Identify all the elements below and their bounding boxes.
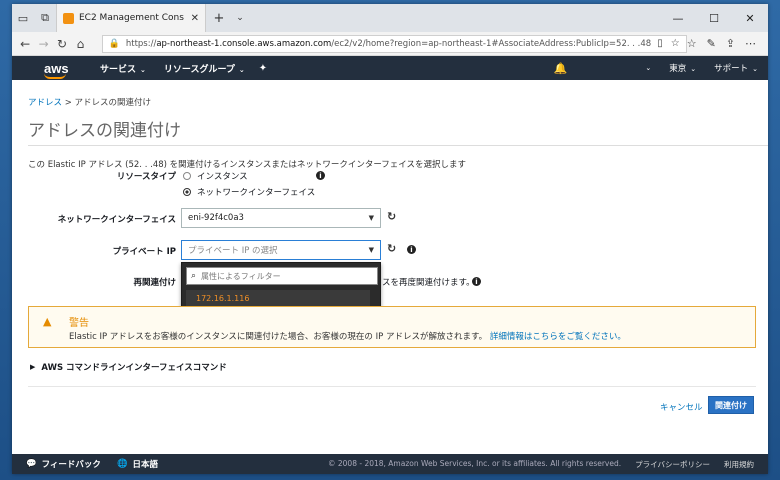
breadcrumb-current: アドレスの関連付け [74, 98, 152, 108]
pen-icon[interactable]: ✎ [707, 37, 716, 50]
aws-navbar: aws サービス ⌄ リソースグループ ⌄ ✦ 🔔 ⌄ 東京 ⌄ サポート ⌄ [12, 56, 768, 80]
page-title: アドレスの関連付け [28, 116, 768, 146]
pin-icon[interactable]: ✦ [259, 63, 267, 74]
browser-tab[interactable]: EC2 Management Cons ✕ [56, 4, 206, 32]
associate-button[interactable]: 関連付け [708, 396, 754, 414]
close-window-icon[interactable]: ✕ [732, 12, 768, 25]
address-bar-row: ← → ↻ ⌂ 🔒 https://ap-northeast-1.console… [12, 32, 768, 56]
maximize-icon[interactable]: ☐ [696, 12, 732, 25]
url-field[interactable]: 🔒 https://ap-northeast-1.console.aws.ama… [101, 34, 687, 53]
radio-instance[interactable] [183, 172, 191, 180]
feedback-link[interactable]: 💬 フィードバック [26, 458, 101, 470]
lock-icon: 🔒 [108, 38, 120, 49]
radio-network-interface[interactable] [183, 188, 191, 196]
radio-instance-label: インスタンス [197, 172, 248, 182]
network-interface-value: eni-92f4c0a3 [188, 213, 244, 223]
cancel-button[interactable]: キャンセル [660, 401, 703, 413]
forward-arrow-icon[interactable]: → [34, 37, 52, 51]
radio-network-interface-label: ネットワークインターフェイス [197, 188, 316, 198]
resource-type-label: リソースタイプ [116, 172, 176, 182]
warning-alert: ▲ 警告 Elastic IP アドレスをお客様のインスタンスに関連付けた場合、… [28, 306, 756, 348]
aws-logo[interactable]: aws [22, 61, 82, 79]
page-description: この Elastic IP アドレス (52. . .48) を関連付けるインス… [28, 160, 467, 170]
back-arrow-icon[interactable]: ← [16, 37, 34, 51]
tab-title: EC2 Management Cons [79, 13, 184, 23]
language-selector[interactable]: 🌐 日本語 [117, 458, 158, 470]
dropdown-filter-input[interactable]: ⌕ 属性によるフィルター [186, 267, 378, 285]
favorite-star-icon[interactable]: ☆ [671, 38, 680, 49]
copyright-text: © 2008 - 2018, Amazon Web Services, Inc.… [328, 458, 622, 468]
breadcrumb-link-addresses[interactable]: アドレス [28, 98, 62, 108]
private-ip-placeholder: プライベート IP の選択 [188, 246, 278, 256]
info-icon[interactable]: i [407, 245, 416, 254]
speech-bubble-icon: 💬 [26, 459, 37, 469]
network-interface-select[interactable]: eni-92f4c0a3 ▼ [181, 208, 381, 228]
reading-view-icon[interactable]: ▯ [657, 38, 663, 49]
network-interface-label: ネットワークインターフェイス [57, 215, 176, 225]
browser-window: ▭ ⧉ EC2 Management Cons ✕ + ⌄ — ☐ ✕ ← → … [12, 4, 768, 474]
tab-preview-icon[interactable]: ⧉ [34, 4, 56, 32]
url-text: https://ap-northeast-1.console.aws.amazo… [125, 38, 652, 49]
warning-text: Elastic IP アドレスをお客様のインスタンスに関連付けた場合、お客様の現… [69, 332, 626, 342]
dropdown-option[interactable]: 172.16.1.116 [186, 290, 370, 306]
favorites-list-icon[interactable]: ☆ [687, 37, 697, 50]
reload-icon[interactable]: ↻ [53, 37, 71, 51]
breadcrumb: アドレス > アドレスの関連付け [28, 98, 152, 108]
tab-strip: ▭ ⧉ EC2 Management Cons ✕ + ⌄ — ☐ ✕ [12, 4, 768, 32]
account-menu[interactable]: ⌄ [641, 63, 651, 73]
bell-icon[interactable]: 🔔 [554, 62, 568, 75]
more-menu-icon[interactable]: ⋯ [745, 37, 756, 50]
new-tab-icon[interactable]: + [206, 11, 232, 26]
main-content: アドレス > アドレスの関連付け アドレスの関連付け この Elastic IP… [12, 80, 768, 454]
caret-right-icon: ▶ [30, 363, 36, 371]
tab-menu-chevron-icon[interactable]: ⌄ [232, 13, 248, 23]
refresh-eni-icon[interactable]: ↻ [387, 210, 396, 223]
divider [28, 386, 756, 387]
home-icon[interactable]: ⌂ [71, 37, 89, 51]
share-icon[interactable]: ⇪ [726, 37, 735, 50]
globe-icon: 🌐 [116, 459, 128, 469]
resource-groups-menu[interactable]: リソースグループ ⌄ [164, 62, 245, 75]
learn-more-link[interactable]: 詳細情報はこちらをご覧ください。 [490, 332, 626, 342]
minimize-icon[interactable]: — [660, 12, 696, 25]
filter-placeholder: 属性によるフィルター [201, 271, 281, 281]
reassociation-text: スを再度関連付けます。 [382, 278, 475, 288]
close-tab-icon[interactable]: ✕ [191, 13, 199, 24]
info-icon[interactable]: i [472, 277, 481, 286]
aws-favicon-icon [63, 12, 74, 24]
window-controls: — ☐ ✕ [660, 12, 768, 25]
chevron-down-icon: ▼ [368, 246, 374, 254]
private-ip-label: プライベート IP [112, 247, 176, 257]
tab-manager-icon[interactable]: ▭ [12, 4, 34, 32]
footer: 💬 フィードバック 🌐 日本語 © 2008 - 2018, Amazon Web … [12, 454, 768, 474]
warning-title: 警告 [69, 318, 89, 329]
services-menu[interactable]: サービス ⌄ [100, 62, 146, 75]
refresh-private-ip-icon[interactable]: ↻ [387, 242, 396, 255]
private-ip-select[interactable]: プライベート IP の選択 ▼ [181, 240, 381, 260]
cli-command-toggle[interactable]: ▶ AWS コマンドラインインターフェイスコマンド [30, 361, 227, 373]
reassociation-label: 再関連付け [133, 278, 176, 288]
cli-command-label: AWS コマンドラインインターフェイスコマンド [41, 363, 227, 373]
info-icon[interactable]: i [316, 171, 325, 180]
support-menu[interactable]: サポート ⌄ [714, 62, 758, 74]
chevron-down-icon: ▼ [368, 214, 374, 222]
search-icon: ⌕ [191, 271, 197, 281]
region-menu[interactable]: 東京 ⌄ [669, 62, 696, 74]
privacy-policy-link[interactable]: プライバシーポリシー [635, 459, 710, 470]
terms-link[interactable]: 利用規約 [724, 459, 754, 470]
warning-icon: ▲ [43, 315, 52, 328]
